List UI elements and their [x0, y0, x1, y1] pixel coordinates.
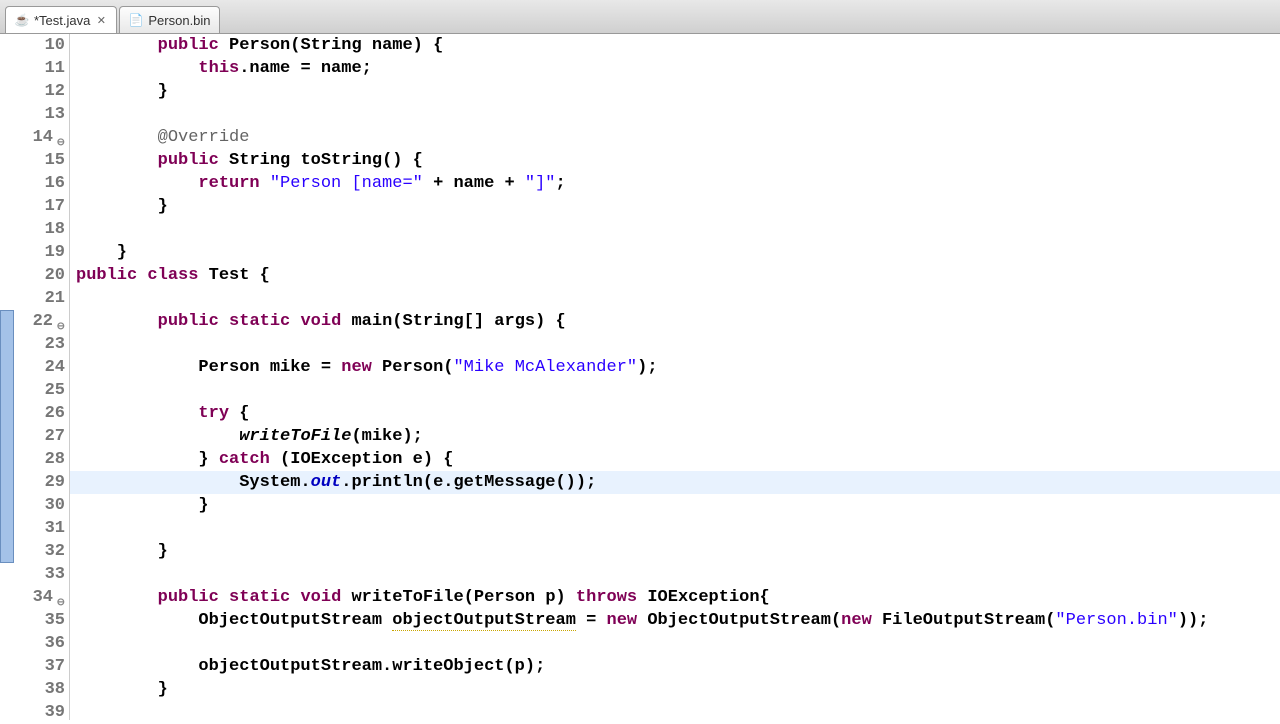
line-number: 31	[0, 517, 65, 540]
fold-icon[interactable]: ⊖	[55, 132, 65, 142]
code-line[interactable]	[76, 333, 1280, 356]
line-number: 22⊖	[0, 310, 65, 333]
code-line[interactable]: Person mike = new Person("Mike McAlexand…	[76, 356, 1280, 379]
code-line[interactable]	[76, 701, 1280, 724]
code-line[interactable]	[76, 287, 1280, 310]
code-line[interactable]	[76, 563, 1280, 586]
line-number: 25	[0, 379, 65, 402]
line-number: 35	[0, 609, 65, 632]
code-line[interactable]	[76, 218, 1280, 241]
line-number: 26	[0, 402, 65, 425]
code-line[interactable]: public static void main(String[] args) {	[76, 310, 1280, 333]
line-number: 18	[0, 218, 65, 241]
code-line[interactable]: }	[76, 241, 1280, 264]
line-number: 28	[0, 448, 65, 471]
line-number: 13	[0, 103, 65, 126]
code-line[interactable]: } catch (IOException e) {	[76, 448, 1280, 471]
line-number: 34⊖	[0, 586, 65, 609]
line-number: 14⊖	[0, 126, 65, 149]
line-number: 20	[0, 264, 65, 287]
code-line[interactable]	[76, 103, 1280, 126]
line-number: 29	[0, 471, 65, 494]
line-number: 27	[0, 425, 65, 448]
code-line[interactable]: public static void writeToFile(Person p)…	[76, 586, 1280, 609]
line-number: 37	[0, 655, 65, 678]
code-editor[interactable]: 1011121314⊖1516171819202122⊖232425262728…	[0, 34, 1280, 720]
code-line[interactable]: this.name = name;	[76, 57, 1280, 80]
code-line[interactable]: public String toString() {	[76, 149, 1280, 172]
code-line[interactable]: public class Test {	[76, 264, 1280, 287]
code-line[interactable]	[76, 379, 1280, 402]
line-number: 32	[0, 540, 65, 563]
code-line[interactable]: }	[76, 540, 1280, 563]
code-line[interactable]: }	[76, 80, 1280, 103]
tab-label: Person.bin	[148, 13, 210, 28]
editor-tabs: ☕ *Test.java ✕ 📄 Person.bin	[0, 0, 1280, 34]
code-area[interactable]: public Person(String name) { this.name =…	[70, 34, 1280, 720]
tab-person-bin[interactable]: 📄 Person.bin	[119, 6, 219, 33]
code-line[interactable]: public Person(String name) {	[76, 34, 1280, 57]
line-number: 23	[0, 333, 65, 356]
code-line[interactable]	[76, 517, 1280, 540]
code-line[interactable]: System.out.println(e.getMessage());	[76, 471, 1280, 494]
line-number-gutter: 1011121314⊖1516171819202122⊖232425262728…	[0, 34, 70, 720]
binary-file-icon: 📄	[128, 12, 144, 28]
code-line[interactable]: @Override	[76, 126, 1280, 149]
java-file-icon: ☕	[14, 12, 30, 28]
line-number: 39	[0, 701, 65, 724]
line-number: 12	[0, 80, 65, 103]
line-number: 16	[0, 172, 65, 195]
line-number: 17	[0, 195, 65, 218]
fold-icon[interactable]: ⊖	[55, 592, 65, 602]
line-number: 21	[0, 287, 65, 310]
code-line[interactable]: }	[76, 195, 1280, 218]
line-number: 33	[0, 563, 65, 586]
line-number: 24	[0, 356, 65, 379]
code-line[interactable]: }	[76, 494, 1280, 517]
code-line[interactable]: writeToFile(mike);	[76, 425, 1280, 448]
line-number: 15	[0, 149, 65, 172]
fold-icon[interactable]: ⊖	[55, 316, 65, 326]
line-number: 19	[0, 241, 65, 264]
tab-test-java[interactable]: ☕ *Test.java ✕	[5, 6, 117, 33]
close-icon[interactable]: ✕	[94, 13, 108, 27]
line-number: 36	[0, 632, 65, 655]
line-number: 10	[0, 34, 65, 57]
line-number: 38	[0, 678, 65, 701]
code-line[interactable]: }	[76, 678, 1280, 701]
code-line[interactable]: objectOutputStream.writeObject(p);	[76, 655, 1280, 678]
code-line[interactable]: return "Person [name=" + name + "]";	[76, 172, 1280, 195]
code-line[interactable]: ObjectOutputStream objectOutputStream = …	[76, 609, 1280, 632]
code-line[interactable]: try {	[76, 402, 1280, 425]
tab-label: *Test.java	[34, 13, 90, 28]
line-number: 30	[0, 494, 65, 517]
code-line[interactable]	[76, 632, 1280, 655]
line-number: 11	[0, 57, 65, 80]
